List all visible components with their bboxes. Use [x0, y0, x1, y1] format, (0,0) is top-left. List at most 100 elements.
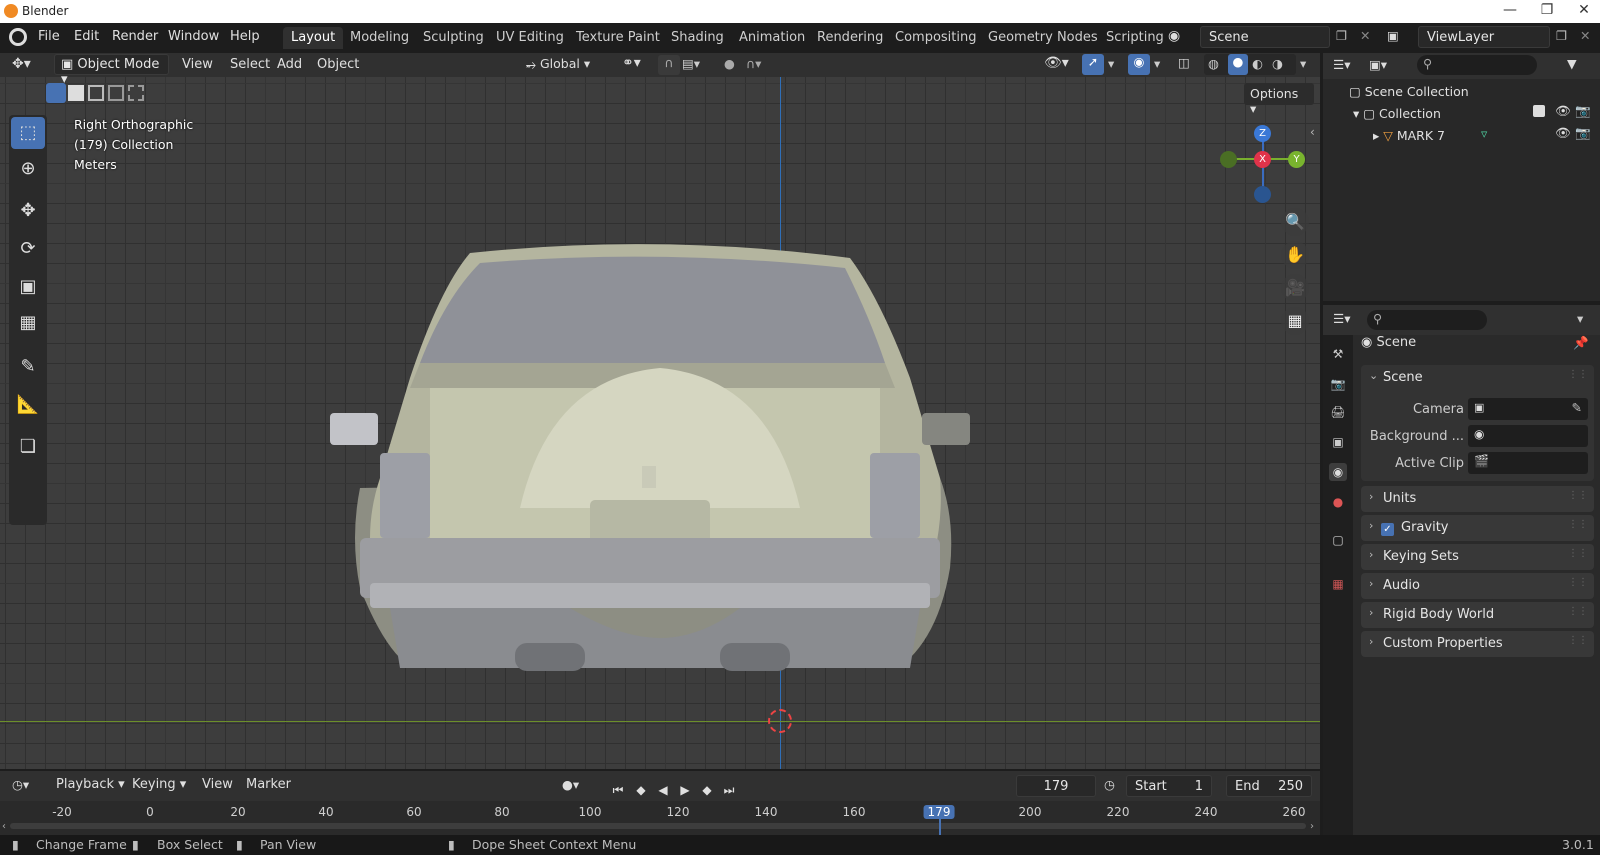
scene-panel-header[interactable]: ⌄ Scene ⋮⋮	[1361, 365, 1594, 391]
visibility-icon[interactable]: 👁▾	[1044, 55, 1069, 71]
expand-icon[interactable]: ▸	[1373, 128, 1383, 143]
select-subtract-icon[interactable]	[88, 85, 104, 101]
keying-menu[interactable]: Keying ▾	[126, 776, 192, 795]
camera-view-icon[interactable]: 🎥	[1281, 274, 1309, 302]
navigation-gizmo[interactable]: Z X Y	[1220, 124, 1305, 204]
menu-file[interactable]: File	[38, 29, 60, 44]
drag-grip-icon[interactable]: ⋮⋮	[1568, 548, 1588, 559]
record-icon[interactable]: ●▾	[562, 777, 579, 792]
rendered-shading-icon[interactable]: ◑	[1272, 56, 1283, 71]
tab-texture-paint[interactable]: Texture Paint	[568, 27, 668, 49]
tab-animation[interactable]: Animation	[731, 27, 813, 49]
tab-sculpting[interactable]: Sculpting	[415, 27, 492, 49]
viewlayer-icon[interactable]: ▣	[1387, 28, 1399, 43]
pin-icon[interactable]: 📌	[1573, 335, 1589, 351]
playback-menu[interactable]: Playback ▾	[50, 776, 131, 795]
units-panel[interactable]: › Units ⋮⋮	[1361, 486, 1594, 512]
menu-edit[interactable]: Edit	[74, 29, 99, 44]
timeline-editor-icon[interactable]: ◷▾	[12, 777, 29, 792]
rigid-body-world-panel[interactable]: › Rigid Body World ⋮⋮	[1361, 602, 1594, 628]
viewport-menu-select[interactable]: Select	[224, 56, 276, 75]
outliner-editor-icon[interactable]: ☰▾	[1333, 57, 1350, 72]
gizmo-x-icon[interactable]: X	[1254, 151, 1271, 168]
active-clip-field[interactable]: 🎬	[1468, 452, 1588, 474]
custom-properties-panel[interactable]: › Custom Properties ⋮⋮	[1361, 631, 1594, 657]
menu-window[interactable]: Window	[168, 29, 219, 44]
view-layer-tab-icon[interactable]: ▣	[1329, 433, 1347, 451]
tab-layout[interactable]: Layout	[283, 27, 344, 49]
tab-shading[interactable]: Shading	[663, 27, 732, 49]
tab-modeling[interactable]: Modeling	[342, 27, 417, 49]
object-mode-dropdown[interactable]: ▣ Object Mode ▾	[54, 54, 169, 87]
new-viewlayer-icon[interactable]: ❐	[1556, 28, 1567, 43]
filter-icon[interactable]: ▼	[1567, 56, 1577, 71]
scene-field[interactable]: Scene	[1200, 26, 1330, 48]
timeline-scrollbar[interactable]	[10, 823, 1306, 829]
viewlayer-field[interactable]: ViewLayer	[1418, 26, 1550, 48]
transform-tool-icon[interactable]: ▦	[11, 307, 45, 339]
menu-help[interactable]: Help	[230, 29, 260, 44]
shading-dropdown-icon[interactable]: ▾	[1300, 56, 1306, 71]
delete-viewlayer-icon[interactable]: ✕	[1580, 28, 1590, 43]
drag-grip-icon[interactable]: ⋮⋮	[1568, 490, 1588, 501]
start-frame-field[interactable]: Start 1	[1126, 775, 1212, 797]
jump-end-icon[interactable]: ⏭	[718, 779, 740, 801]
zoom-icon[interactable]: 🔍	[1281, 208, 1309, 236]
outliner-row-collection[interactable]: ▾ ▢ Collection	[1353, 106, 1441, 121]
scroll-left-icon[interactable]: ‹	[2, 821, 6, 832]
select-invert-icon[interactable]	[108, 85, 124, 101]
menu-render[interactable]: Render	[112, 29, 158, 44]
expand-icon[interactable]: ▾	[1353, 106, 1363, 121]
drag-grip-icon[interactable]: ⋮⋮	[1568, 635, 1588, 646]
add-cube-tool-icon[interactable]: ❏	[11, 431, 45, 463]
pan-hand-icon[interactable]: ✋	[1281, 241, 1309, 269]
mesh-data-icon[interactable]: ▿	[1481, 126, 1487, 141]
background-field[interactable]: ◉	[1468, 425, 1588, 447]
xray-icon[interactable]: ◫	[1178, 55, 1190, 70]
car-model[interactable]	[320, 238, 980, 698]
pivot-icon[interactable]: ⚭▾	[622, 55, 641, 71]
prev-keyframe-icon[interactable]: ◆	[630, 779, 652, 801]
properties-editor-icon[interactable]: ☰▾	[1333, 311, 1350, 326]
drag-grip-icon[interactable]: ⋮⋮	[1568, 369, 1588, 380]
render-camera-icon[interactable]: 📷	[1575, 103, 1591, 119]
select-box-tool-icon[interactable]: ⬚	[11, 117, 45, 149]
minimize-icon[interactable]: —	[1500, 2, 1520, 20]
select-new-icon[interactable]	[46, 83, 66, 103]
blender-menu-icon[interactable]	[9, 28, 27, 46]
collection-tab-icon[interactable]: ▢	[1329, 531, 1347, 549]
play-icon[interactable]: ▶	[674, 779, 696, 801]
scene-icon[interactable]: ◉	[1168, 28, 1180, 44]
snap-target-icon[interactable]: ▤▾	[682, 56, 700, 71]
maximize-icon[interactable]: ❐	[1537, 2, 1557, 20]
drag-grip-icon[interactable]: ⋮⋮	[1568, 606, 1588, 617]
select-extend-icon[interactable]	[68, 85, 84, 101]
outliner-row-scene-collection[interactable]: ▢ Scene Collection	[1349, 84, 1469, 99]
audio-panel[interactable]: › Audio ⋮⋮	[1361, 573, 1594, 599]
exclude-checkbox[interactable]	[1533, 105, 1545, 117]
end-frame-field[interactable]: End 250	[1226, 775, 1312, 797]
viewport-menu-add[interactable]: Add	[271, 56, 308, 75]
gizmo-toggle-icon[interactable]: ➚	[1082, 54, 1104, 75]
sidebar-toggle-icon[interactable]: ‹	[1310, 125, 1315, 139]
timeline-view-menu[interactable]: View	[196, 776, 239, 795]
measure-tool-icon[interactable]: 📐	[11, 389, 45, 421]
render-camera-icon[interactable]: 📷	[1575, 125, 1591, 141]
tab-rendering[interactable]: Rendering	[809, 27, 891, 49]
frame-ruler[interactable]: ‹ › -20 0 20 40 60 80 100 120 140 160 179 200 220 240…	[0, 801, 1320, 835]
gizmo-y-icon[interactable]: Y	[1288, 151, 1305, 168]
gravity-checkbox[interactable]: ✓	[1381, 521, 1394, 536]
properties-dropdown-icon[interactable]: ▾	[1577, 311, 1583, 326]
world-tab-icon[interactable]: ●	[1329, 493, 1347, 511]
jump-start-icon[interactable]: ⏮	[607, 779, 629, 801]
outliner-row-mark7[interactable]: ▸ ▽ MARK 7	[1373, 128, 1445, 143]
tab-scripting[interactable]: Scripting	[1098, 27, 1172, 49]
orientation-dropdown[interactable]: ⥴ Global ▾	[526, 56, 590, 72]
eyedropper-icon[interactable]: ✎	[1572, 400, 1582, 415]
preview-range-icon[interactable]: ◷	[1104, 777, 1115, 792]
gizmo-dropdown-icon[interactable]: ▾	[1108, 56, 1114, 71]
current-frame-marker[interactable]: 179	[923, 805, 955, 819]
gizmo-neg-y-icon[interactable]	[1220, 151, 1237, 168]
snap-icon[interactable]: ∩	[658, 55, 680, 75]
keying-sets-panel[interactable]: › Keying Sets ⋮⋮	[1361, 544, 1594, 570]
